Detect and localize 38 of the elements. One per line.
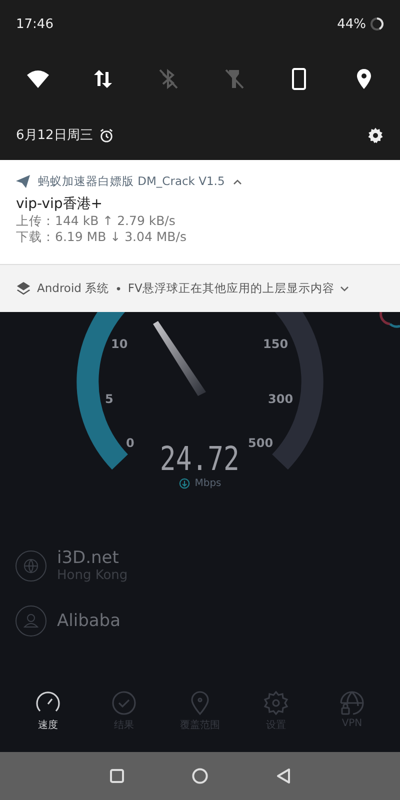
check-circle-icon <box>111 690 137 716</box>
notification-card[interactable]: 蚂蚁加速器白嫖版 DM_Crack V1.5 vip-vip香港+ 上传：144 kB ↑ 2.79 kB/s 下载：6.19 MB ↓ 3.04 MB/s <box>0 160 400 265</box>
speed-unit: Mbps <box>194 478 222 489</box>
server-name: Alibaba <box>57 611 120 631</box>
scale-label: 500 <box>248 436 274 450</box>
ring-arc-icon <box>378 312 400 328</box>
layers-icon <box>16 281 31 296</box>
nav-tab[interactable]: 速度 <box>16 690 80 746</box>
date-label[interactable]: 6月12日周三 <box>16 126 93 144</box>
recent-apps-button[interactable] <box>110 769 124 783</box>
transfer-stat: 上传：144 kB ↑ 2.79 kB/s <box>16 213 176 229</box>
app-name: 蚂蚁加速器白嫖版 DM_Crack V1.5 <box>38 174 225 189</box>
battery-ring-icon <box>370 17 384 31</box>
app-name: Android 系统 <box>37 281 110 296</box>
scale-label: 5 <box>105 392 114 406</box>
paper-plane-icon <box>16 175 30 188</box>
settings-icon <box>263 690 289 716</box>
download-icon <box>178 478 190 489</box>
separator-dot: • <box>115 282 122 296</box>
alarm-clock-icon <box>98 128 114 142</box>
system-notification[interactable]: Android 系统 • FV悬浮球正在其他应用的上层显示内容 <box>0 265 400 312</box>
back-button[interactable] <box>276 768 290 784</box>
scale-label: 0 <box>126 436 134 450</box>
battery-percent: 44% <box>337 16 366 32</box>
scale-label: 10 <box>111 337 128 351</box>
settings-icon[interactable] <box>367 126 384 144</box>
server-name: i3D.net <box>57 548 120 568</box>
scale-label: 150 <box>263 337 288 351</box>
notification-text: FV悬浮球正在其他应用的上层显示内容 <box>128 281 334 296</box>
globe-lock-icon <box>339 690 365 716</box>
notification-title: vip-vip香港+ <box>16 195 104 213</box>
scale-label: 300 <box>268 392 294 406</box>
transfer-stat: 下载：6.19 MB ↓ 3.04 MB/s <box>16 229 188 245</box>
home-button[interactable] <box>192 768 208 784</box>
caret-icon[interactable] <box>232 178 242 184</box>
caret-icon[interactable] <box>340 286 350 292</box>
clock-time: 17:46 <box>16 16 54 32</box>
speed-value: 24.72 <box>160 440 240 478</box>
